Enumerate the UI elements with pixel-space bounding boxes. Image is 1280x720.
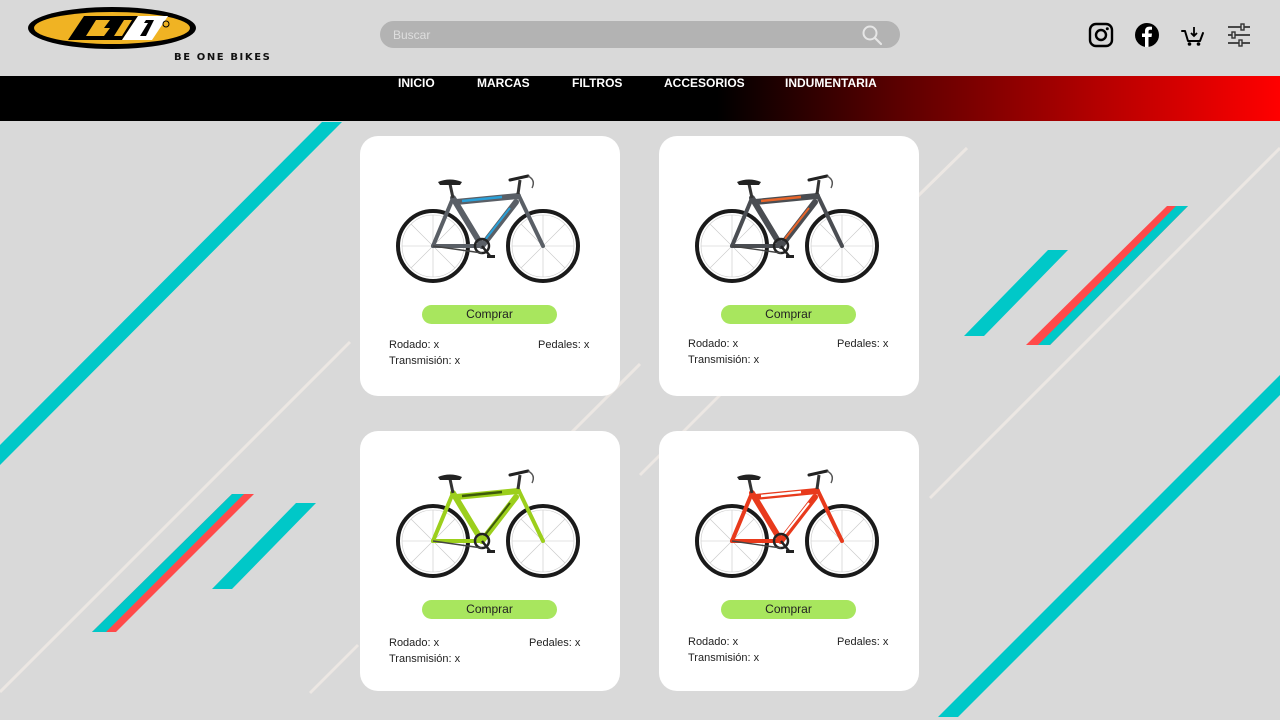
site-header: BE ONE BIKES [0, 0, 1280, 76]
spec-rodado: Rodado: x [389, 339, 440, 351]
bike-image [396, 469, 580, 578]
brand-logo[interactable]: BE ONE BIKES [28, 6, 270, 63]
nav-item-inicio[interactable]: INICIO [398, 76, 435, 121]
bike-image [695, 174, 879, 283]
spec-pedales: Pedales: x [529, 637, 581, 649]
nav-item-accesorios[interactable]: ACCESORIOS [664, 76, 745, 121]
logo-emblem-icon [28, 7, 196, 49]
buy-button[interactable]: Comprar [721, 305, 856, 324]
header-icons [1088, 22, 1258, 48]
bike-image [396, 174, 580, 283]
buy-button[interactable]: Comprar [422, 600, 557, 619]
nav-item-filtros[interactable]: FILTROS [572, 76, 622, 121]
product-card: Comprar Rodado: x Pedales: x Transmisión… [360, 431, 620, 691]
search-bar [380, 21, 900, 48]
main-nav: INICIO MARCAS FILTROS ACCESORIOS INDUMEN… [0, 76, 1280, 121]
spec-transmision: Transmisión: x [688, 652, 760, 664]
spec-transmision: Transmisión: x [389, 355, 461, 367]
product-card: Comprar Rodado: x Pedales: x Transmisión… [360, 136, 620, 396]
spec-rodado: Rodado: x [688, 338, 739, 350]
instagram-icon[interactable] [1088, 22, 1114, 48]
bike-image [695, 469, 879, 578]
logo-text: BE ONE BIKES [174, 52, 272, 63]
spec-pedales: Pedales: x [837, 338, 889, 350]
spec-rodado: Rodado: x [389, 637, 440, 649]
nav-item-indumentaria[interactable]: INDUMENTARIA [785, 76, 877, 121]
spec-transmision: Transmisión: x [389, 653, 461, 665]
spec-transmision: Transmisión: x [688, 354, 760, 366]
nav-item-marcas[interactable]: MARCAS [477, 76, 530, 121]
spec-pedales: Pedales: x [837, 636, 889, 648]
filter-sliders-icon[interactable] [1226, 22, 1252, 48]
search-input[interactable] [393, 21, 853, 48]
product-card: Comprar Rodado: x Pedales: x Transmisión… [659, 431, 919, 691]
product-card: Comprar Rodado: x Pedales: x Transmisión… [659, 136, 919, 396]
spec-rodado: Rodado: x [688, 636, 739, 648]
spec-pedales: Pedales: x [538, 339, 590, 351]
facebook-icon[interactable] [1134, 22, 1160, 48]
cart-icon[interactable] [1180, 22, 1206, 48]
buy-button[interactable]: Comprar [422, 305, 557, 324]
buy-button[interactable]: Comprar [721, 600, 856, 619]
search-icon[interactable] [862, 25, 882, 45]
